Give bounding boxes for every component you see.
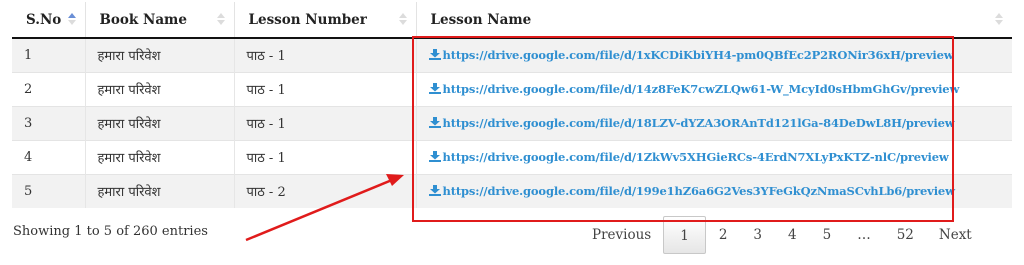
cell-book-name: हमारा परिवेश: [84, 139, 234, 174]
cell-sno: 4: [12, 139, 85, 174]
pagination-page-1[interactable]: 1: [663, 216, 706, 254]
cell-book-name: हमारा परिवेश: [84, 37, 234, 72]
download-icon: [428, 48, 441, 60]
cell-book-name: हमारा परिवेश: [84, 105, 234, 140]
lesson-link[interactable]: https://drive.google.com/file/d/18LZV-dY…: [428, 115, 955, 130]
column-header-sno[interactable]: S.No: [12, 2, 85, 39]
pagination-page-2[interactable]: 2: [706, 216, 741, 254]
cell-book-name: हमारा परिवेश: [84, 71, 234, 106]
pagination-page-5[interactable]: 5: [810, 216, 845, 254]
column-header-label: Book Name: [99, 11, 187, 28]
table-row: 2 हमारा परिवेश पाठ - 1 https://drive.goo…: [12, 71, 1012, 106]
table-row: 5 हमारा परिवेश पाठ - 2 https://drive.goo…: [12, 173, 1012, 208]
cell-sno: 3: [12, 105, 85, 140]
sort-icon[interactable]: [994, 13, 1004, 27]
sort-icon[interactable]: [398, 13, 408, 27]
sort-icon[interactable]: [67, 13, 77, 27]
lesson-link-text: https://drive.google.com/file/d/18LZV-dY…: [442, 115, 955, 130]
table-row: 3 हमारा परिवेश पाठ - 1 https://drive.goo…: [12, 105, 1012, 140]
table-row: 1 हमारा परिवेश पाठ - 1 https://drive.goo…: [12, 37, 1012, 72]
column-header-lesson-name[interactable]: Lesson Name: [415, 2, 1012, 39]
cell-lesson-number: पाठ - 1: [233, 37, 416, 72]
cell-lesson-name: https://drive.google.com/file/d/14z8FeK7…: [415, 71, 1012, 106]
table-row: 4 हमारा परिवेश पाठ - 1 https://drive.goo…: [12, 139, 1012, 174]
cell-lesson-name: https://drive.google.com/file/d/1ZkWv5XH…: [415, 139, 1012, 174]
cell-sno: 2: [12, 71, 85, 106]
column-header-label: S.No: [26, 11, 62, 28]
sort-icon[interactable]: [216, 13, 226, 27]
download-icon: [428, 150, 441, 162]
cell-lesson-number: पाठ - 1: [233, 71, 416, 106]
lesson-link[interactable]: https://drive.google.com/file/d/14z8FeK7…: [428, 81, 960, 96]
cell-lesson-number: पाठ - 2: [233, 173, 416, 208]
pagination-page-3[interactable]: 3: [740, 216, 775, 254]
column-header-label: Lesson Name: [430, 11, 532, 28]
download-icon: [428, 82, 441, 94]
download-icon: [428, 184, 441, 196]
cell-sno: 1: [12, 37, 85, 72]
download-icon: [428, 116, 441, 128]
column-header-book-name[interactable]: Book Name: [84, 2, 234, 39]
lesson-link-text: https://drive.google.com/file/d/199e1hZ6…: [442, 183, 955, 198]
pagination-previous[interactable]: Previous: [580, 216, 663, 254]
pagination-page-4[interactable]: 4: [775, 216, 810, 254]
cell-lesson-name: https://drive.google.com/file/d/199e1hZ6…: [415, 173, 1012, 208]
pagination-ellipsis: …: [857, 227, 871, 243]
column-header-label: Lesson Number: [248, 11, 367, 28]
table-header-row: S.No Book Name Lesson Number Lesson Name: [12, 2, 1012, 39]
lesson-link[interactable]: https://drive.google.com/file/d/1xKCDiKb…: [428, 47, 954, 62]
pagination: Previous 1 2 3 4 5 … 52 Next: [580, 216, 984, 254]
lessons-table-wrapper: S.No Book Name Lesson Number Lesson Name: [12, 2, 1012, 208]
cell-sno: 5: [12, 173, 85, 208]
cell-lesson-number: पाठ - 1: [233, 139, 416, 174]
table-info: Showing 1 to 5 of 260 entries: [13, 224, 208, 239]
pagination-next[interactable]: Next: [927, 216, 984, 254]
cell-book-name: हमारा परिवेश: [84, 173, 234, 208]
lesson-link-text: https://drive.google.com/file/d/14z8FeK7…: [442, 81, 960, 96]
cell-lesson-name: https://drive.google.com/file/d/1xKCDiKb…: [415, 37, 1012, 72]
lesson-link-text: https://drive.google.com/file/d/1xKCDiKb…: [442, 47, 954, 62]
cell-lesson-name: https://drive.google.com/file/d/18LZV-dY…: [415, 105, 1012, 140]
lesson-link-text: https://drive.google.com/file/d/1ZkWv5XH…: [442, 149, 949, 164]
lesson-link[interactable]: https://drive.google.com/file/d/199e1hZ6…: [428, 183, 955, 198]
lessons-table: S.No Book Name Lesson Number Lesson Name: [12, 2, 1012, 208]
pagination-page-52[interactable]: 52: [884, 216, 927, 254]
column-header-lesson-number[interactable]: Lesson Number: [233, 2, 416, 39]
lesson-link[interactable]: https://drive.google.com/file/d/1ZkWv5XH…: [428, 149, 949, 164]
cell-lesson-number: पाठ - 1: [233, 105, 416, 140]
